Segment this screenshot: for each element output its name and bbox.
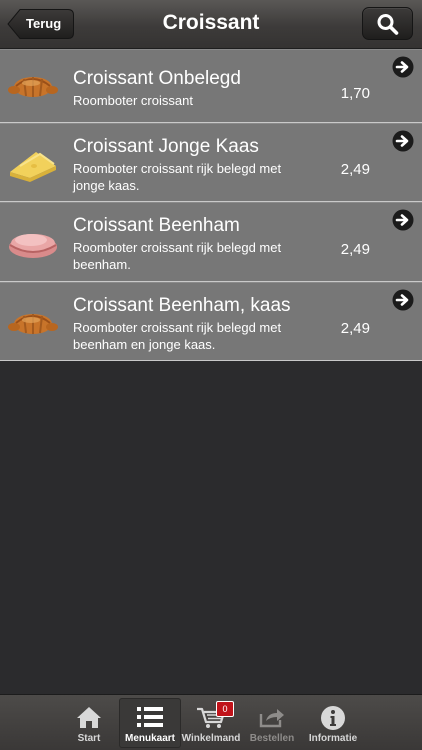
list-item[interactable]: Croissant Onbelegd Roomboter croissant 1… [0,49,422,123]
item-description: Roomboter croissant [73,93,193,108]
item-price: 2,49 [340,241,370,258]
share-icon [259,709,284,728]
tab-informatie[interactable]: Informatie [302,698,364,748]
item-name: Croissant Beenham [73,215,240,236]
arrow-right-icon[interactable] [392,130,414,152]
item-price: 1,70 [340,85,370,102]
item-name: Croissant Beenham, kaas [73,295,291,316]
list-item[interactable]: Croissant Beenham Roomboter croissant ri… [0,202,422,282]
tab-label: Start [77,733,101,744]
search-button[interactable] [362,7,413,40]
list-icon [137,707,163,727]
nav-bar: Terug Croissant [0,0,422,49]
item-name: Croissant Onbelegd [73,68,241,89]
info-icon [321,706,345,730]
cheese-image [10,152,56,182]
list-item[interactable]: Croissant Beenham, kaas Roomboter croiss… [0,282,422,361]
tab-label: Bestellen [249,733,295,744]
tab-label: Menukaart [124,733,175,744]
croissant-image [8,77,58,97]
item-price: 2,49 [340,161,370,178]
item-description: Roomboter croissant rijk belegd met been… [73,240,282,272]
product-list: Croissant Onbelegd Roomboter croissant 1… [0,49,422,361]
arrow-right-icon[interactable] [392,289,414,311]
ham-image [9,234,57,258]
croissant-image [8,314,58,334]
cart-count-badge: 0 [216,701,234,717]
tab-label: Winkelmand [181,733,241,744]
tab-start[interactable]: Start [58,698,120,748]
tab-bestellen[interactable]: Bestellen [241,698,303,748]
home-icon [77,707,101,728]
item-description: Roomboter croissant rijk belegd met been… [73,320,282,352]
list-item[interactable]: Croissant Jonge Kaas Roomboter croissant… [0,123,422,202]
tab-bar: Start Menukaart 0 Winkelmand Bestellen I… [0,694,422,750]
item-name: Croissant Jonge Kaas [73,136,259,157]
tab-label: Informatie [308,733,358,744]
item-description: Roomboter croissant rijk belegd met jong… [73,161,282,193]
page-title: Croissant [162,11,260,34]
tab-winkelmand[interactable]: 0 Winkelmand [180,698,242,748]
tab-menukaart[interactable]: Menukaart [119,698,181,748]
item-price: 2,49 [340,320,370,337]
arrow-right-icon[interactable] [392,56,414,78]
search-icon [377,14,399,35]
arrow-right-icon[interactable] [392,209,414,231]
